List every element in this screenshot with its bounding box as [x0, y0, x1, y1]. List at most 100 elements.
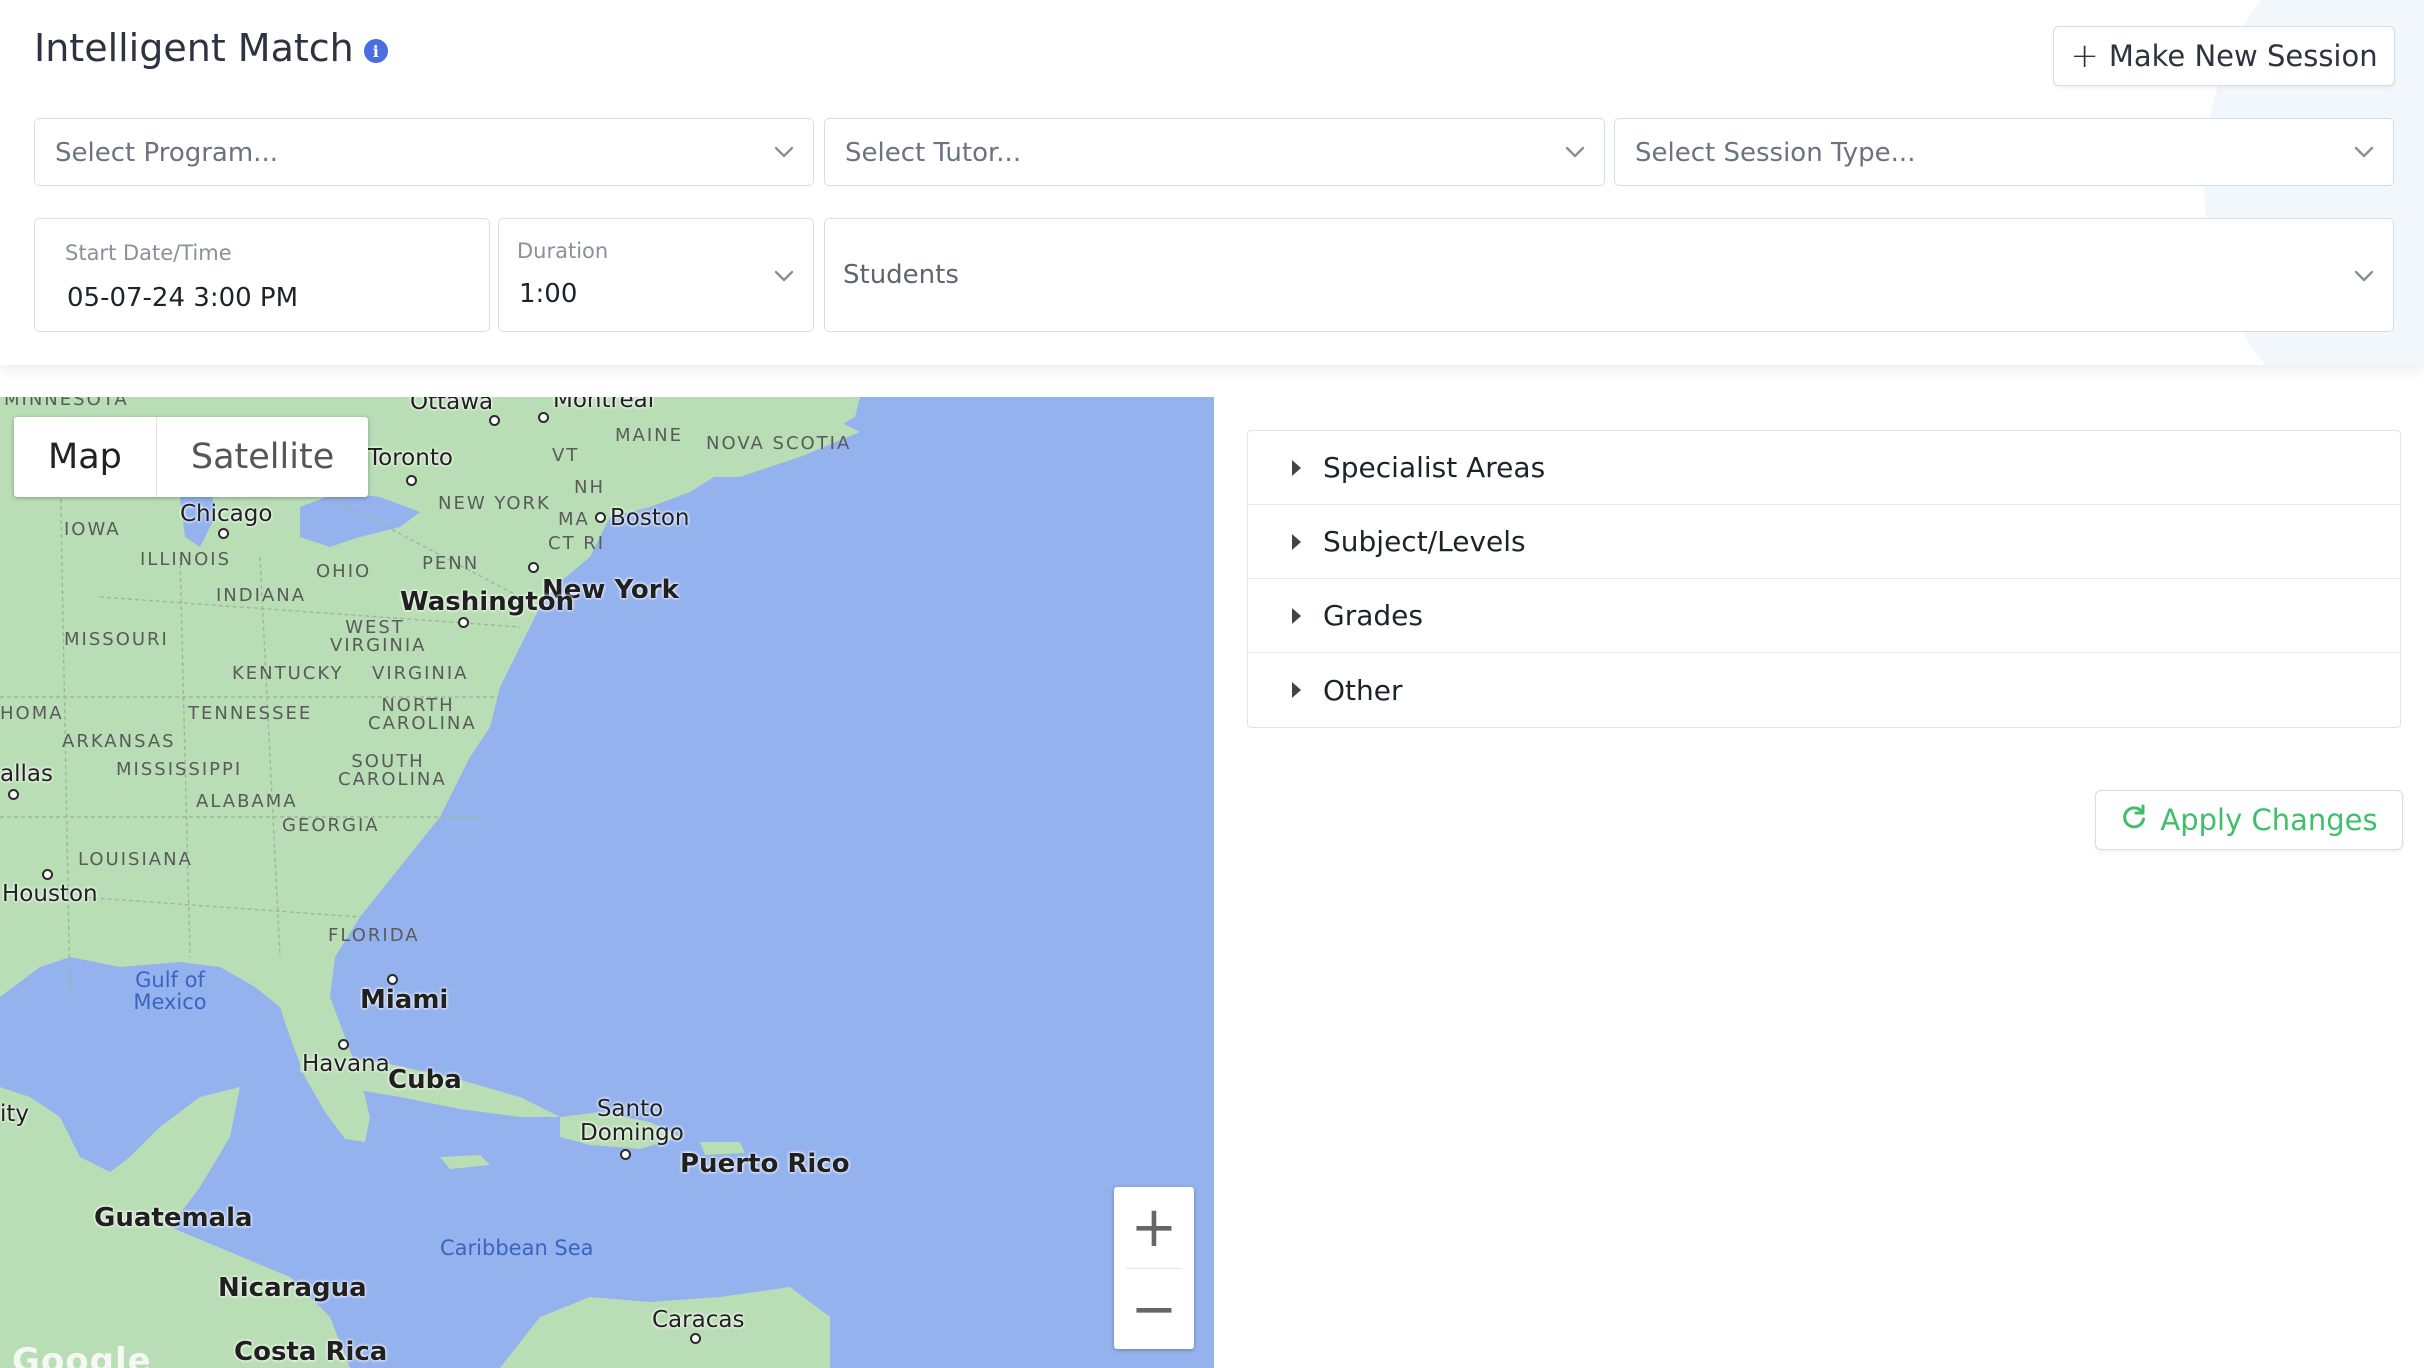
map-label-cuba: Cuba	[388, 1065, 462, 1095]
plus-icon: +	[2070, 36, 2099, 76]
map-label-houston: Houston	[2, 881, 98, 907]
intelligent-match-page: Intelligent Match i + Make New Session S…	[0, 0, 2424, 1368]
accordion-subject-levels[interactable]: Subject/Levels	[1248, 505, 2400, 579]
map-label-missouri: MISSOURI	[64, 629, 169, 650]
map-dot-havana	[338, 1039, 349, 1050]
map-dot-caracas	[690, 1333, 701, 1344]
map-label-south-carolina: SOUTH CAROLINA	[338, 751, 447, 790]
chevron-down-icon	[2351, 139, 2377, 165]
map-label-louisiana: LOUISIANA	[78, 849, 193, 870]
map-label-guatemala: Guatemala	[94, 1203, 253, 1233]
tutor-select-placeholder: Select Tutor...	[845, 138, 1022, 168]
map-label-penn: PENN	[422, 553, 480, 574]
students-select[interactable]: Students	[824, 218, 2394, 332]
map-label-ma: MA	[558, 509, 590, 530]
program-select-placeholder: Select Program...	[55, 138, 278, 168]
map-dot-washington	[458, 617, 469, 628]
chevron-down-icon	[1562, 139, 1588, 165]
caret-right-icon	[1292, 607, 1301, 624]
caret-right-icon	[1292, 682, 1301, 698]
session-type-select-placeholder: Select Session Type...	[1635, 138, 1916, 168]
make-new-session-label: Make New Session	[2108, 39, 2378, 73]
map-label-ohio: OHIO	[316, 561, 372, 582]
map-label-city-edge: ity	[0, 1101, 30, 1127]
map-dot-boston	[595, 512, 606, 523]
map-view[interactable]: MINNESOTA Ottawa Montreal Toronto MAINE …	[0, 397, 1214, 1368]
map-label-alabama: ALABAMA	[196, 791, 298, 812]
session-form-card: Intelligent Match i + Make New Session S…	[0, 0, 2424, 365]
map-label-caribbean-sea: Caribbean Sea	[440, 1236, 594, 1260]
duration-value: 1:00	[519, 279, 578, 309]
zoom-controls: + −	[1114, 1187, 1194, 1349]
map-label-nicaragua: Nicaragua	[218, 1273, 367, 1303]
zoom-out-button[interactable]: −	[1114, 1269, 1194, 1350]
caret-right-icon	[1292, 533, 1301, 550]
info-icon[interactable]: i	[363, 39, 388, 63]
map-label-georgia: GEORGIA	[282, 815, 380, 836]
map-label-illinois: ILLINOIS	[140, 549, 232, 570]
students-select-placeholder: Students	[843, 260, 959, 290]
map-label-west-virginia: WEST VIRGINIA	[330, 617, 427, 656]
caret-right-icon	[1292, 459, 1301, 476]
map-label-toronto: Toronto	[368, 445, 453, 471]
map-label-costa-rica: Costa Rica	[234, 1337, 388, 1367]
map-dot-houston	[42, 869, 53, 880]
map-label-minnesota: MINNESOTA	[4, 397, 129, 410]
map-label-caracas: Caracas	[652, 1307, 745, 1333]
map-label-new-york-state: NEW YORK	[438, 493, 551, 514]
apply-changes-button[interactable]: Apply Changes	[2095, 790, 2403, 850]
map-label-north-carolina: NORTH CAROLINA	[368, 695, 477, 734]
map-dot-chicago	[218, 528, 229, 539]
map-label-indiana: INDIANA	[216, 585, 307, 606]
map-type-satellite-button[interactable]: Satellite	[157, 417, 368, 497]
map-label-ct-ri: CT RI	[548, 533, 606, 554]
map-dot-miami	[387, 974, 398, 985]
map-label-maine: MAINE	[615, 425, 683, 446]
start-datetime-value: 05-07-24 3:00 PM	[67, 283, 299, 313]
map-dot-toronto	[406, 475, 417, 486]
refresh-icon	[2120, 803, 2148, 838]
map-dot-dallas	[8, 789, 19, 800]
accordion-specialist-areas[interactable]: Specialist Areas	[1248, 431, 2400, 505]
map-label-gulf-of-mexico: Gulf of Mexico	[133, 968, 207, 1014]
start-datetime-label: Start Date/Time	[65, 241, 232, 265]
chevron-down-icon	[771, 139, 797, 165]
map-label-virginia: VIRGINIA	[372, 663, 469, 684]
google-logo[interactable]: Google	[12, 1341, 152, 1368]
map-label-tennessee: TENNESSEE	[188, 703, 313, 724]
map-label-montreal: Montreal	[553, 397, 655, 413]
accordion-label: Specialist Areas	[1323, 451, 1546, 484]
map-label-dallas: allas	[0, 761, 53, 787]
chevron-down-icon	[771, 263, 797, 289]
map-type-toggle: Map Satellite	[14, 417, 369, 497]
apply-changes-label: Apply Changes	[2160, 803, 2378, 837]
page-title-text: Intelligent Match	[34, 26, 354, 70]
page-title: Intelligent Match i	[34, 26, 388, 70]
map-dot-montreal	[538, 412, 549, 423]
accordion-label: Subject/Levels	[1323, 525, 1526, 558]
jamaica-land	[440, 1155, 490, 1169]
duration-select[interactable]: Duration 1:00	[498, 218, 814, 332]
make-new-session-button[interactable]: + Make New Session	[2053, 26, 2395, 86]
map-label-boston: Boston	[610, 505, 690, 531]
accordion-label: Other	[1323, 673, 1403, 707]
map-dot-new-york	[528, 562, 539, 573]
map-label-nh: NH	[574, 477, 605, 498]
zoom-in-button[interactable]: +	[1114, 1187, 1194, 1268]
map-label-mississippi: MISSISSIPPI	[116, 759, 243, 780]
start-datetime-field[interactable]: Start Date/Time 05-07-24 3:00 PM	[34, 218, 490, 332]
map-label-iowa: IOWA	[64, 519, 121, 540]
session-type-select[interactable]: Select Session Type...	[1614, 118, 2394, 186]
map-label-miami: Miami	[360, 985, 449, 1015]
map-label-arkansas: ARKANSAS	[62, 731, 176, 752]
map-dot-santo-domingo	[620, 1149, 631, 1160]
map-label-chicago: Chicago	[180, 501, 273, 527]
tutor-select[interactable]: Select Tutor...	[824, 118, 1605, 186]
map-label-oklahoma: HOMA	[0, 703, 64, 724]
program-select[interactable]: Select Program...	[34, 118, 814, 186]
accordion-other[interactable]: Other	[1248, 653, 2400, 727]
map-label-kentucky: KENTUCKY	[232, 663, 344, 684]
map-type-map-button[interactable]: Map	[14, 417, 156, 497]
accordion-grades[interactable]: Grades	[1248, 579, 2400, 653]
map-label-washington: Washington	[400, 587, 575, 617]
